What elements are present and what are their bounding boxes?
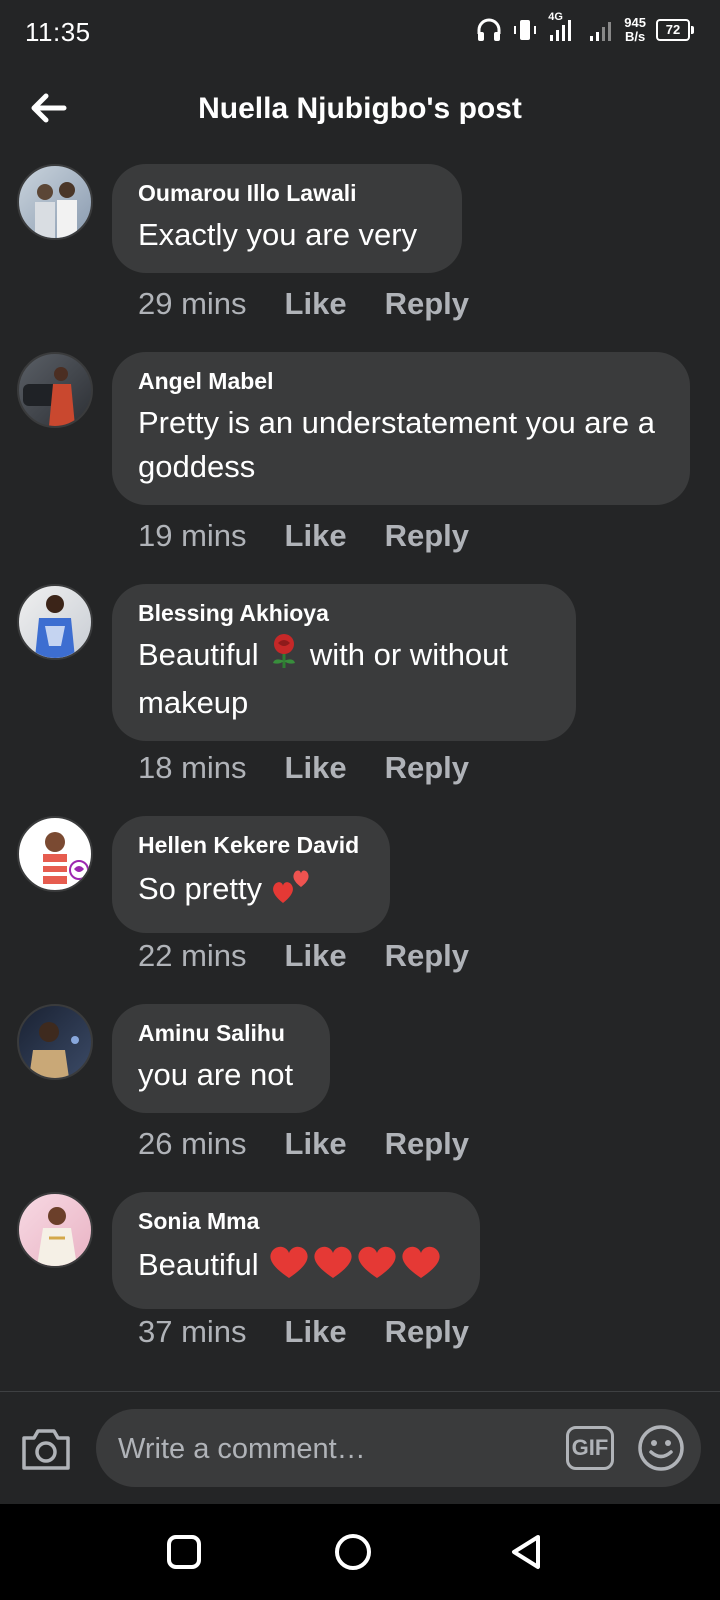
comment-bubble[interactable]: Oumarou Illo Lawali Exactly you are very	[112, 164, 462, 273]
reply-button[interactable]: Reply	[385, 286, 469, 322]
system-nav-bar	[0, 1504, 720, 1600]
comment-actions: 29 mins Like Reply	[138, 286, 469, 322]
triangle-back-icon	[512, 1535, 540, 1569]
comment-input-container: GIF	[96, 1409, 701, 1489]
comment-time: 37 mins	[138, 1314, 247, 1349]
vibrate-icon	[512, 18, 538, 42]
reply-button[interactable]: Reply	[385, 518, 469, 554]
comment-bubble[interactable]: Sonia Mma Beautiful	[112, 1192, 480, 1309]
comment-author[interactable]: Angel Mabel	[138, 368, 664, 395]
square-icon	[167, 1535, 201, 1569]
comment-actions: 37 mins Like Reply	[138, 1314, 469, 1350]
rose-icon	[267, 633, 301, 681]
comment-actions: 26 mins Like Reply	[138, 1126, 469, 1162]
net-speed: 945 B/s	[624, 15, 646, 44]
comment-actions: 22 mins Like Reply	[138, 938, 469, 974]
comment-author[interactable]: Aminu Salihu	[138, 1020, 304, 1047]
like-button[interactable]: Like	[285, 286, 347, 322]
post-header: Nuella Njubigbo's post	[0, 66, 720, 156]
status-icons: 4G 945 B/s 72	[476, 11, 694, 44]
comment-text: Exactly you are very	[138, 217, 418, 252]
comment-text: So pretty	[138, 865, 364, 917]
reply-button[interactable]: Reply	[385, 1126, 469, 1162]
comment-author[interactable]: Blessing Akhioya	[138, 600, 550, 627]
comment-composer: GIF	[0, 1392, 720, 1504]
status-time: 11:35	[25, 17, 91, 47]
comment-bubble[interactable]: Aminu Salihu you are not	[112, 1004, 330, 1113]
reply-button[interactable]: Reply	[385, 938, 469, 974]
battery-icon: 72	[656, 19, 694, 41]
reply-button[interactable]: Reply	[385, 750, 469, 786]
two-hearts-icon	[271, 865, 315, 917]
comment-author[interactable]: Oumarou Illo Lawali	[138, 180, 436, 207]
network-type: 4G	[548, 11, 563, 23]
reply-button[interactable]: Reply	[385, 1314, 469, 1350]
comment-time: 26 mins	[138, 1126, 247, 1161]
status-bar: 11:35 4G 945 B/s 72	[0, 0, 720, 66]
avatar[interactable]	[17, 1192, 93, 1268]
smiley-icon	[638, 1425, 684, 1471]
signal-icon	[588, 18, 614, 42]
avatar[interactable]	[17, 352, 93, 428]
signal-4g-icon: 4G	[548, 11, 578, 43]
camera-button[interactable]	[20, 1426, 72, 1472]
avatar[interactable]	[17, 584, 93, 660]
comment-time: 18 mins	[138, 750, 247, 785]
comment-author[interactable]: Sonia Mma	[138, 1208, 454, 1235]
back-nav-button[interactable]	[506, 1532, 546, 1572]
comment-actions: 19 mins Like Reply	[138, 518, 469, 554]
avatar[interactable]	[17, 816, 93, 892]
comment-time: 22 mins	[138, 938, 247, 973]
comment-time: 19 mins	[138, 518, 247, 553]
emoji-button[interactable]	[636, 1423, 686, 1473]
comment-bubble[interactable]: Hellen Kekere David So pretty	[112, 816, 390, 933]
comment-input[interactable]	[116, 1409, 550, 1489]
like-button[interactable]: Like	[285, 750, 347, 786]
circle-icon	[335, 1534, 371, 1570]
comment-author[interactable]: Hellen Kekere David	[138, 832, 364, 859]
camera-icon	[22, 1429, 70, 1470]
red-hearts-icon	[267, 1241, 443, 1293]
comment-actions: 18 mins Like Reply	[138, 750, 469, 786]
page-title: Nuella Njubigbo's post	[198, 92, 522, 125]
comment-text: Beautiful	[138, 1241, 454, 1293]
gif-button[interactable]: GIF	[566, 1426, 614, 1470]
like-button[interactable]: Like	[285, 518, 347, 554]
comment-text: Beautiful with or without makeup	[138, 633, 550, 725]
comment-bubble[interactable]: Angel Mabel Pretty is an understatement …	[112, 352, 690, 505]
comment-bubble[interactable]: Blessing Akhioya Beautiful with or witho…	[112, 584, 576, 741]
comment-text: Pretty is an understatement you are a go…	[138, 405, 655, 484]
like-button[interactable]: Like	[285, 1126, 347, 1162]
comment-text: you are not	[138, 1057, 294, 1092]
home-button[interactable]	[333, 1532, 373, 1572]
avatar[interactable]	[17, 164, 93, 240]
comment-time: 29 mins	[138, 286, 247, 321]
headphones-icon	[476, 18, 502, 42]
avatar[interactable]	[17, 1004, 93, 1080]
recents-button[interactable]	[164, 1532, 204, 1572]
like-button[interactable]: Like	[285, 938, 347, 974]
like-button[interactable]: Like	[285, 1314, 347, 1350]
